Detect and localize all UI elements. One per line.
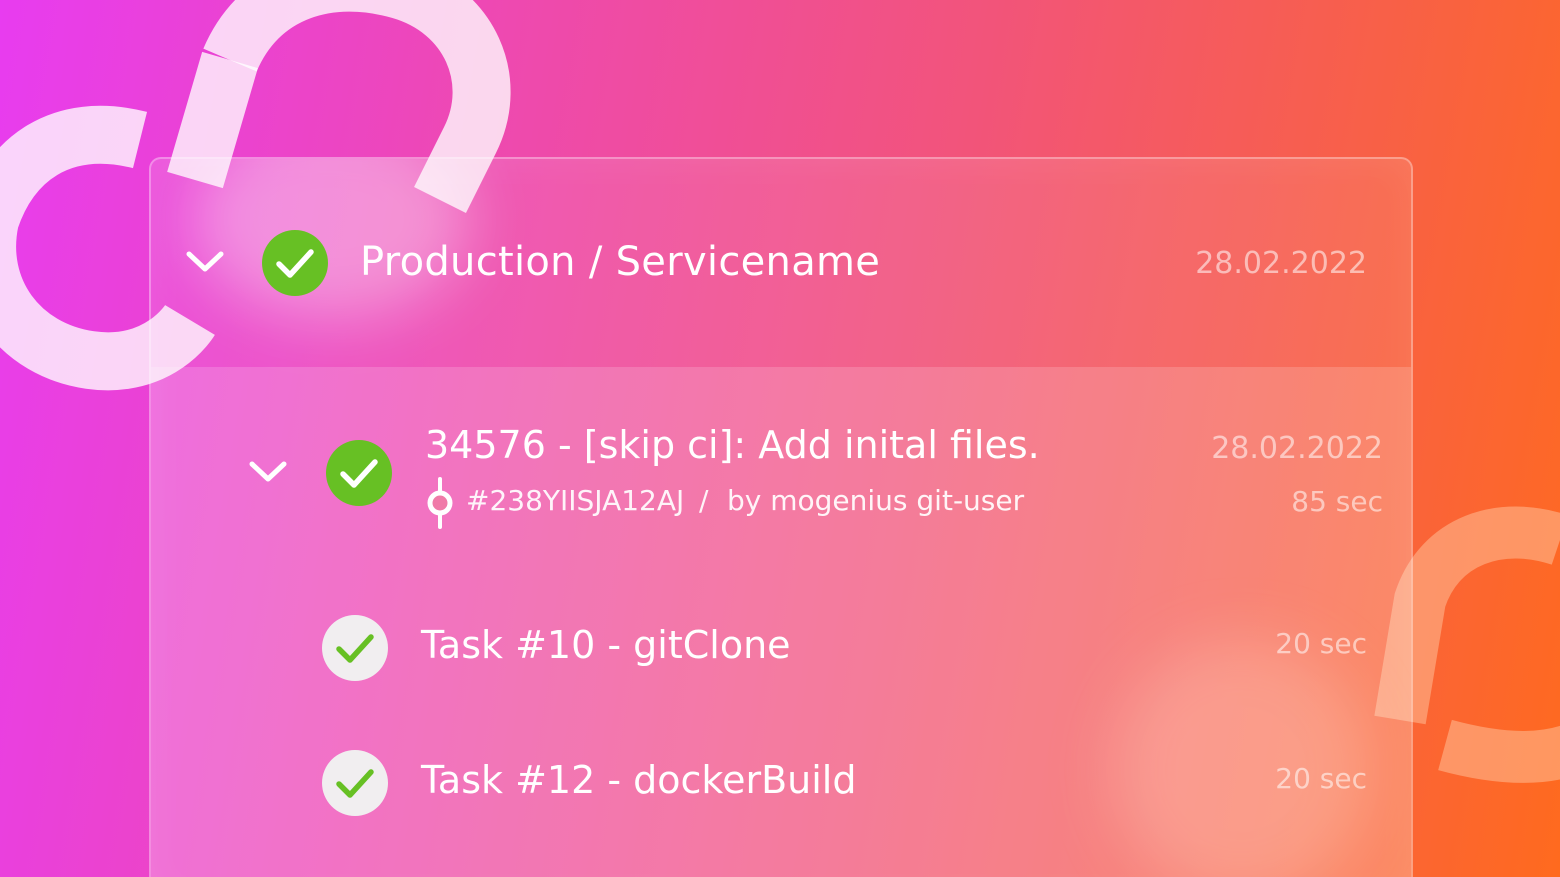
deployment-row[interactable]: Production / Servicename 28.02.2022 <box>151 159 1411 367</box>
check-circle-icon <box>322 750 388 816</box>
task-duration: 20 sec <box>1275 762 1367 795</box>
task-duration: 20 sec <box>1275 627 1367 660</box>
deployment-title: Production / Servicename <box>360 239 881 285</box>
pipeline-panel: Production / Servicename 28.02.2022 3457… <box>149 157 1413 877</box>
chevron-down-icon[interactable] <box>248 459 288 485</box>
deployment-date: 28.02.2022 <box>1195 246 1367 281</box>
commit-hash[interactable]: #238YIISJA12AJ <box>466 484 684 517</box>
commit-author: by mogenius git-user <box>727 484 1025 517</box>
task-label: Task #12 - dockerBuild <box>421 758 857 802</box>
build-title: 34576 - [skip ci]: Add inital files. <box>425 423 1040 467</box>
check-circle-icon <box>262 230 328 296</box>
screen-background: Production / Servicename 28.02.2022 3457… <box>0 0 1560 877</box>
task-label: Task #10 - gitClone <box>421 623 791 667</box>
check-circle-icon <box>326 440 392 506</box>
check-circle-icon <box>322 615 388 681</box>
meta-separator: / <box>699 484 709 517</box>
git-commit-icon <box>427 477 453 529</box>
build-duration: 85 sec <box>1291 485 1383 518</box>
build-date: 28.02.2022 <box>1211 431 1383 466</box>
chevron-down-icon[interactable] <box>185 249 225 275</box>
